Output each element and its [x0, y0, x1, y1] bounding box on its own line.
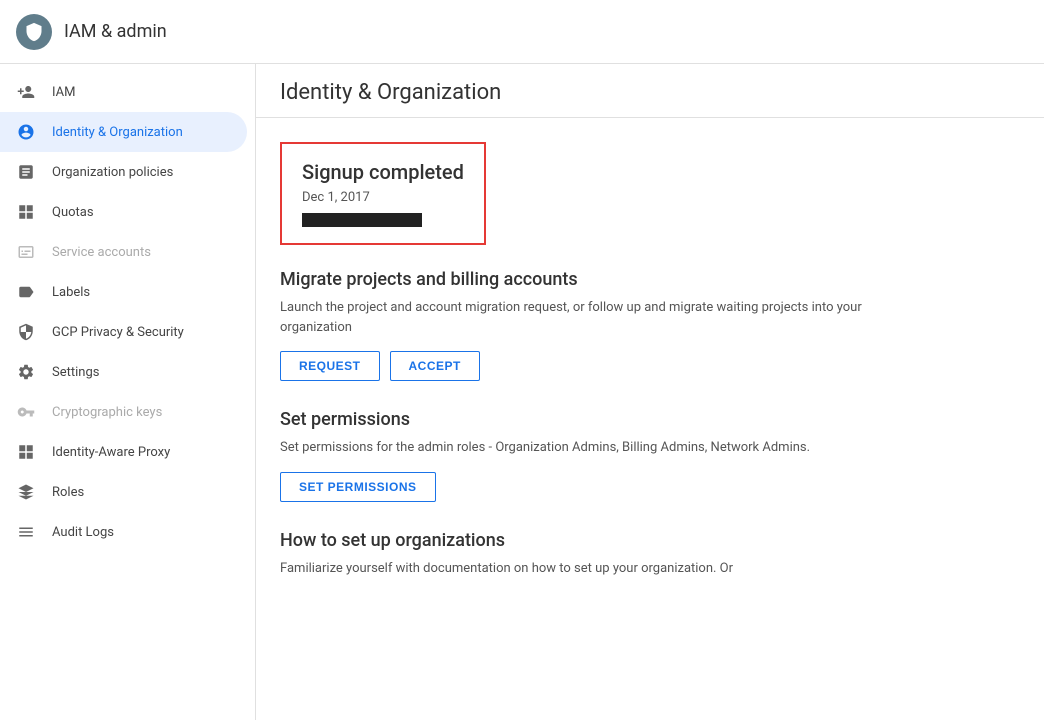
- person-add-icon: [16, 82, 36, 102]
- set-permissions-button[interactable]: SET PERMISSIONS: [280, 472, 436, 502]
- signup-card-date: Dec 1, 2017: [302, 190, 464, 205]
- section-setup-orgs-title: How to set up organizations: [280, 530, 1020, 551]
- section-setup-orgs-desc: Familiarize yourself with documentation …: [280, 559, 920, 579]
- person-circle-icon: [16, 122, 36, 142]
- section-migrate: Migrate projects and billing accounts La…: [280, 269, 1020, 381]
- sidebar-item-identity-proxy[interactable]: Identity-Aware Proxy: [0, 432, 247, 472]
- redacted-bar: [302, 213, 422, 227]
- sidebar-label-crypto-keys: Cryptographic keys: [52, 405, 162, 420]
- sidebar-label-roles: Roles: [52, 485, 84, 500]
- settings-icon: [16, 362, 36, 382]
- accept-button[interactable]: ACCEPT: [390, 351, 480, 381]
- key-icon: [16, 402, 36, 422]
- sidebar-label-quotas: Quotas: [52, 205, 94, 220]
- section-migrate-buttons: REQUEST ACCEPT: [280, 351, 1020, 381]
- proxy-icon: [16, 442, 36, 462]
- audit-icon: [16, 522, 36, 542]
- sidebar-label-identity-org: Identity & Organization: [52, 125, 183, 140]
- app-icon: [16, 14, 52, 50]
- section-permissions-title: Set permissions: [280, 409, 1020, 430]
- section-permissions: Set permissions Set permissions for the …: [280, 409, 1020, 502]
- quotas-icon: [16, 202, 36, 222]
- sidebar-item-audit-logs[interactable]: Audit Logs: [0, 512, 247, 552]
- section-migrate-desc: Launch the project and account migration…: [280, 298, 920, 337]
- sidebar: IAM Identity & Organization Organization…: [0, 64, 256, 720]
- sidebar-label-audit-logs: Audit Logs: [52, 525, 114, 540]
- sidebar-item-service-accounts[interactable]: Service accounts: [0, 232, 247, 272]
- label-icon: [16, 282, 36, 302]
- sidebar-label-org-policies: Organization policies: [52, 165, 173, 180]
- request-button[interactable]: REQUEST: [280, 351, 380, 381]
- sidebar-item-gcp-privacy[interactable]: GCP Privacy & Security: [0, 312, 247, 352]
- section-permissions-buttons: SET PERMISSIONS: [280, 472, 1020, 502]
- roles-icon: [16, 482, 36, 502]
- sidebar-item-settings[interactable]: Settings: [0, 352, 247, 392]
- sidebar-item-crypto-keys[interactable]: Cryptographic keys: [0, 392, 247, 432]
- sidebar-label-gcp-privacy: GCP Privacy & Security: [52, 325, 184, 340]
- section-migrate-title: Migrate projects and billing accounts: [280, 269, 1020, 290]
- sidebar-item-roles[interactable]: Roles: [0, 472, 247, 512]
- sidebar-label-labels: Labels: [52, 285, 90, 300]
- content-header: Identity & Organization: [256, 64, 1044, 118]
- sidebar-label-service-accounts: Service accounts: [52, 245, 151, 260]
- section-permissions-desc: Set permissions for the admin roles - Or…: [280, 438, 920, 458]
- sidebar-label-settings: Settings: [52, 365, 99, 380]
- signup-card-title: Signup completed: [302, 160, 464, 184]
- sidebar-item-identity-org[interactable]: Identity & Organization: [0, 112, 247, 152]
- sidebar-item-quotas[interactable]: Quotas: [0, 192, 247, 232]
- shield-outline-icon: [16, 322, 36, 342]
- sidebar-item-org-policies[interactable]: Organization policies: [0, 152, 247, 192]
- signup-card: Signup completed Dec 1, 2017: [280, 142, 486, 245]
- page-title: Identity & Organization: [280, 80, 1020, 105]
- list-alt-icon: [16, 162, 36, 182]
- sidebar-item-labels[interactable]: Labels: [0, 272, 247, 312]
- top-header: IAM & admin: [0, 0, 1044, 64]
- content-area: Identity & Organization Signup completed…: [256, 64, 1044, 720]
- sidebar-label-iam: IAM: [52, 85, 75, 100]
- content-body: Signup completed Dec 1, 2017 Migrate pro…: [256, 118, 1044, 630]
- sidebar-label-identity-proxy: Identity-Aware Proxy: [52, 445, 170, 460]
- sidebar-item-iam[interactable]: IAM: [0, 72, 247, 112]
- service-accounts-icon: [16, 242, 36, 262]
- app-title: IAM & admin: [64, 21, 167, 42]
- section-setup-orgs: How to set up organizations Familiarize …: [280, 530, 1020, 579]
- main-layout: IAM Identity & Organization Organization…: [0, 64, 1044, 720]
